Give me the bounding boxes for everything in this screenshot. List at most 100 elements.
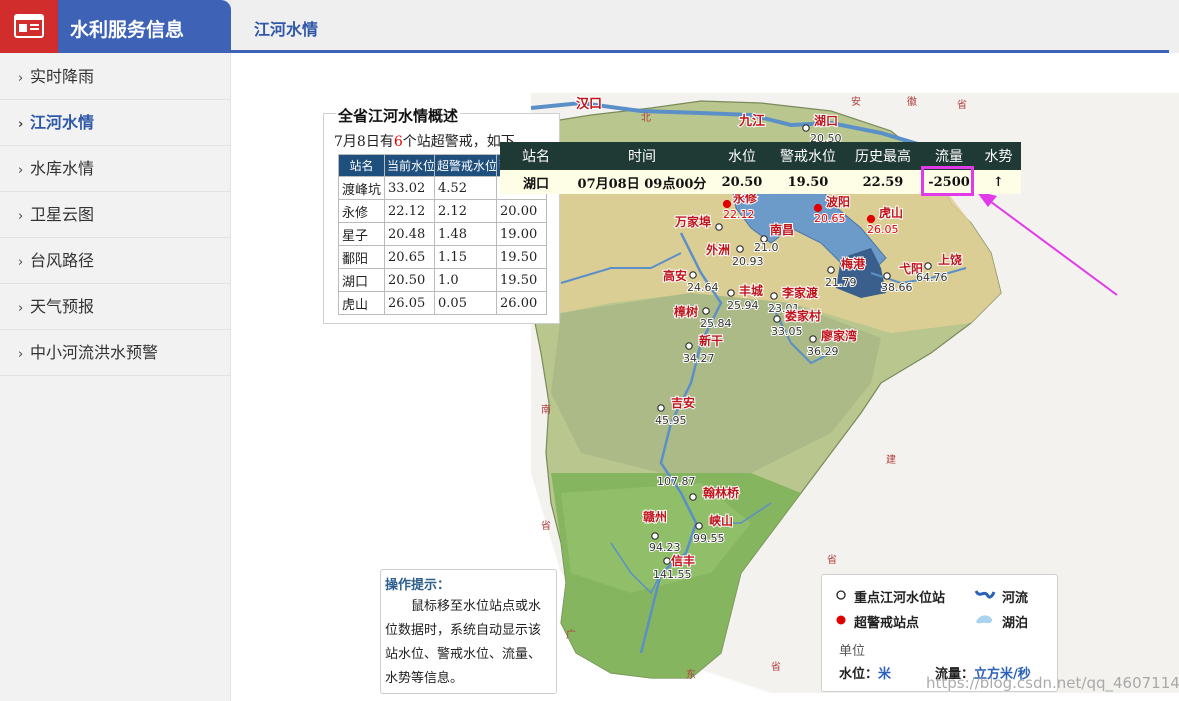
sidebar-item-rainfall[interactable]: › 实时降雨 [0, 54, 230, 100]
station-value-waizhou: 20.93 [732, 255, 764, 268]
legend-unit-title: 单位 [839, 644, 866, 659]
station-marker-hushan[interactable] [866, 214, 876, 224]
popup-data-cell: 07月08日 09点00分 [577, 176, 707, 192]
sidebar-item-label: 天气预报 [30, 297, 95, 316]
tab-river-water[interactable]: 江河水情 [254, 16, 318, 40]
column-header: 当前水位 [384, 154, 436, 177]
station-value-yongxiu: 22.12 [723, 208, 755, 221]
station-name-waizhou: 外洲 [706, 242, 730, 257]
table-cell: 20.00 [496, 199, 548, 223]
station-name-nanchang: 南昌 [770, 222, 794, 237]
table-cell: 星子 [337, 222, 386, 246]
column-header: 超警戒水位 [434, 154, 498, 177]
station-marker-wanjiafu[interactable] [715, 223, 723, 231]
sidebar-item-typhoon[interactable]: › 台风路径 [0, 238, 230, 284]
legend-level-label: 水位： [839, 667, 879, 682]
station-value-hanlinqiao: 107.87 [657, 475, 696, 488]
station-value-zhangshu: 25.84 [700, 317, 732, 330]
sidebar-item-weather[interactable]: › 天气预报 [0, 284, 230, 330]
station-name-ganzhou: 赣州 [643, 509, 667, 524]
map-label-hankou: 汉口 [576, 96, 602, 112]
station-marker-yongxiu[interactable] [722, 199, 732, 209]
station-name-gaoan: 高安 [663, 268, 687, 283]
station-value-loujiacun: 33.05 [771, 325, 803, 338]
top-tab-bar [231, 0, 1179, 53]
station-marker-hanlinqiao[interactable] [689, 493, 697, 501]
station-value-shangrao: 64.76 [916, 271, 948, 284]
station-marker-xingan[interactable] [685, 342, 693, 350]
table-cell: 20.65 [384, 245, 436, 269]
station-marker-shangrao[interactable] [924, 262, 932, 270]
station-marker-fengcheng[interactable] [727, 289, 735, 297]
station-marker-waizhou[interactable] [736, 245, 744, 253]
popup-data-cell: 20.50 [721, 174, 763, 190]
station-value-hushan: 26.05 [867, 223, 899, 236]
table-cell: 虎山 [337, 291, 386, 315]
sidebar-item-label: 台风路径 [30, 251, 95, 270]
legend-alert: 超警戒站点 [854, 616, 920, 631]
river-icon [974, 590, 996, 599]
legend-level: 水位：米 [839, 663, 891, 682]
station-marker-boyang[interactable] [813, 203, 823, 213]
sidebar-item-label: 实时降雨 [30, 67, 95, 86]
station-name-meigang: 梅港 [841, 256, 866, 271]
app-window: 水利服务信息 › 实时降雨 › 江河水情 › 水库水情 › 卫星云图 › 台风路径 › 天气预报 › 中小… [0, 0, 1179, 701]
station-marker-yiyang[interactable] [883, 272, 891, 280]
popup-header-cell: 水势 [984, 149, 1013, 165]
table-cell: 19.00 [496, 222, 548, 246]
station-marker-loujiacun[interactable] [773, 315, 781, 323]
station-name-fengcheng: 丰城 [739, 283, 763, 298]
station-marker-zhangshu[interactable] [702, 307, 710, 315]
table-row[interactable]: 永修 22.12 2.12 20.00 [337, 199, 548, 223]
sidebar-item-reservoir[interactable]: › 水库水情 [0, 146, 230, 192]
sidebar: 水利服务信息 › 实时降雨 › 江河水情 › 水库水情 › 卫星云图 › 台风路径 › 天气预报 › 中小… [0, 0, 231, 701]
table-cell: 湖口 [337, 268, 386, 292]
table-cell: 26.05 [384, 291, 436, 315]
table-row[interactable]: 湖口 20.50 1.0 19.50 [337, 268, 548, 292]
table-row[interactable]: 星子 20.48 1.48 19.00 [337, 222, 548, 246]
table-cell: 1.0 [434, 268, 498, 292]
table-row[interactable]: 虎山 26.05 0.05 26.00 [337, 291, 548, 315]
sidebar-item-river-water[interactable]: › 江河水情 [0, 100, 230, 146]
station-marker-ganzhou[interactable] [651, 532, 659, 540]
label-prov-sheng-3: 省 [827, 553, 837, 566]
label-prov-nan: 南 [541, 403, 551, 416]
station-name-liaojiawan: 廖家湾 [821, 328, 857, 343]
table-row[interactable]: 鄱阳 20.65 1.15 19.50 [337, 245, 548, 269]
sidebar-item-label: 卫星云图 [30, 205, 95, 224]
station-value-boyang: 20.65 [814, 212, 846, 225]
chevron-right-icon: › [18, 347, 24, 362]
station-value-ganzhou: 94.23 [649, 541, 681, 554]
summary-title: 全省江河水情概述 [336, 105, 461, 126]
label-prov-guang: 广 [566, 629, 576, 641]
station-marker-xinfeng[interactable] [663, 557, 671, 565]
legend-level-unit: 米 [878, 667, 892, 682]
station-marker-gaoan[interactable] [689, 271, 697, 279]
station-value-liaojiawan: 36.29 [807, 345, 839, 358]
table-cell: 20.50 [384, 268, 436, 292]
station-marker-hukou[interactable] [802, 124, 810, 132]
column-header: 站名 [337, 154, 386, 177]
sidebar-item-label: 水库水情 [30, 159, 95, 178]
label-prov-dong: 东 [686, 668, 696, 681]
map-label-jiujiang: 九江 [738, 113, 765, 129]
station-marker-xiashan[interactable] [695, 522, 703, 530]
table-cell: 鄱阳 [337, 245, 386, 269]
watermark: https://blog.csdn.net/qq_46071146 [926, 674, 1179, 692]
table-cell: 26.00 [496, 291, 548, 315]
chevron-right-icon: › [18, 301, 24, 316]
station-name-zhangshu: 樟树 [674, 304, 698, 319]
station-value-nanchang: 21.0 [754, 241, 779, 254]
station-name-xingan: 新干 [699, 333, 723, 348]
alert-dot-icon [836, 615, 846, 625]
station-marker-liaojiawan[interactable] [809, 335, 817, 343]
sidebar-item-satellite[interactable]: › 卫星云图 [0, 192, 230, 238]
station-marker-meigang[interactable] [827, 266, 835, 274]
sidebar-item-flood-warning[interactable]: › 中小河流洪水预警 [0, 330, 230, 376]
label-prov-jian: 建 [886, 453, 896, 466]
label-prov-sheng-4: 省 [771, 660, 781, 673]
chevron-right-icon: › [18, 117, 24, 132]
station-marker-lijiadu[interactable] [770, 292, 778, 300]
station-marker-jian[interactable] [657, 404, 665, 412]
chevron-right-icon: › [18, 163, 24, 178]
